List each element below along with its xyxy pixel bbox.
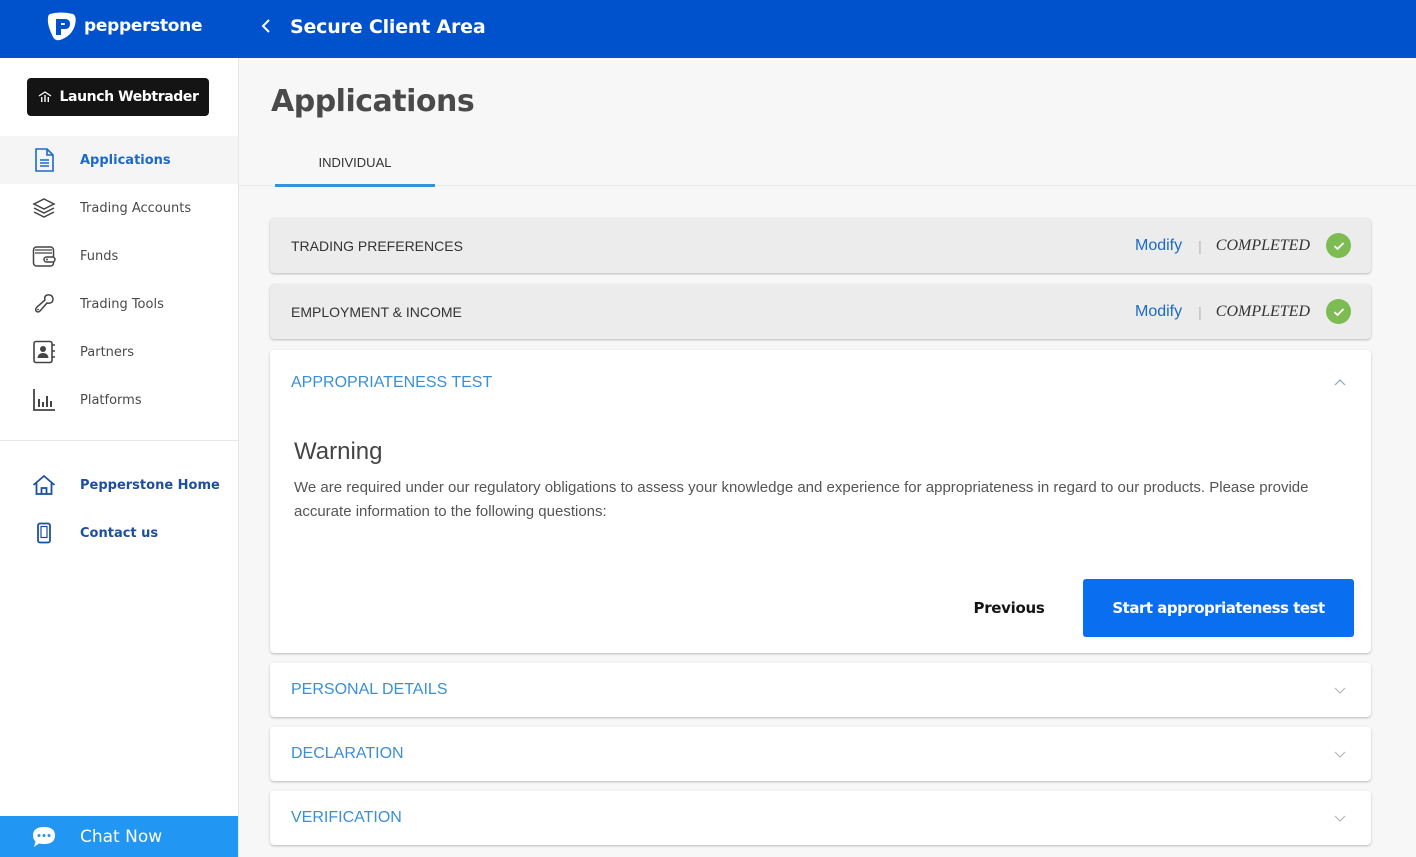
separator: |	[1198, 303, 1202, 320]
status-badge: COMPLETED	[1215, 302, 1310, 320]
sidebar-item-partners[interactable]: Partners	[0, 328, 238, 376]
sidebar-item-label: Partners	[80, 344, 135, 360]
pepperstone-logo-icon	[47, 12, 76, 41]
warning-title: Warning	[294, 438, 383, 465]
section-appropriateness-test: APPROPRIATENESS TEST Warning We are requ…	[270, 350, 1371, 653]
main-content: Applications INDIVIDUAL TRADING PREFEREN…	[239, 58, 1416, 857]
app-title: Secure Client Area	[290, 16, 486, 38]
bar-chart-icon	[32, 388, 56, 412]
sidebar-item-applications[interactable]: Applications	[0, 136, 238, 184]
sidebar-secondary-nav: Pepperstone Home Contact us	[0, 461, 238, 557]
document-icon	[32, 148, 56, 172]
chevron-left-icon	[261, 19, 270, 33]
section-declaration[interactable]: DECLARATION	[270, 727, 1371, 781]
top-bar: pepperstone Secure Client Area	[0, 0, 1416, 58]
contact-book-icon	[32, 340, 56, 364]
launch-webtrader-label: Launch Webtrader	[59, 89, 199, 105]
section-title: DECLARATION	[291, 745, 404, 762]
sidebar-item-label: Pepperstone Home	[80, 477, 220, 493]
section-status-area: Modify | COMPLETED	[1135, 218, 1351, 273]
chat-now-label: Chat Now	[80, 826, 163, 847]
section-verification[interactable]: VERIFICATION	[270, 791, 1371, 845]
section-title: APPROPRIATENESS TEST	[291, 373, 493, 391]
section-title: EMPLOYMENT & INCOME	[291, 303, 462, 320]
modify-link[interactable]: Modify	[1135, 303, 1182, 321]
sidebar-item-label: Funds	[80, 248, 119, 264]
chevron-down-icon[interactable]	[1333, 749, 1347, 759]
sidebar-item-label: Trading Tools	[80, 296, 164, 312]
sidebar-item-pepperstone-home[interactable]: Pepperstone Home	[0, 461, 238, 509]
back-button[interactable]	[256, 14, 276, 38]
section-title: TRADING PREFERENCES	[291, 237, 463, 254]
section-personal-details[interactable]: PERSONAL DETAILS	[270, 663, 1371, 717]
wrench-icon	[32, 292, 56, 316]
check-circle-icon	[1326, 299, 1351, 324]
chevron-down-icon[interactable]	[1333, 685, 1347, 695]
tab-bar: INDIVIDUAL	[239, 138, 1416, 187]
brand-name: pepperstone	[84, 16, 203, 36]
section-trading-preferences: TRADING PREFERENCES Modify | COMPLETED	[270, 218, 1371, 273]
warning-text: We are required under our regulatory obl…	[294, 479, 1309, 520]
launch-webtrader-button[interactable]: Launch Webtrader	[27, 78, 209, 116]
pepperstone-logo[interactable]: pepperstone	[46, 11, 203, 41]
section-status-area: Modify | COMPLETED	[1135, 284, 1351, 339]
section-header[interactable]: PERSONAL DETAILS	[270, 663, 1371, 717]
sidebar-item-label: Trading Accounts	[80, 200, 192, 216]
section-employment-income: EMPLOYMENT & INCOME Modify | COMPLETED	[270, 284, 1371, 339]
status-badge: COMPLETED	[1215, 236, 1310, 254]
sidebar: Launch Webtrader Applications Trading Ac…	[0, 58, 239, 857]
sidebar-item-trading-accounts[interactable]: Trading Accounts	[0, 184, 238, 232]
chat-now-button[interactable]: Chat Now	[0, 816, 238, 857]
sidebar-item-label: Applications	[80, 152, 171, 168]
section-header[interactable]: DECLARATION	[270, 727, 1371, 781]
modify-link[interactable]: Modify	[1135, 237, 1182, 255]
section-header[interactable]: VERIFICATION	[270, 791, 1371, 845]
sidebar-divider	[0, 440, 238, 441]
chevron-up-icon[interactable]	[1333, 378, 1347, 388]
sidebar-item-platforms[interactable]: Platforms	[0, 376, 238, 424]
previous-button[interactable]: Previous	[959, 579, 1059, 637]
start-appropriateness-test-button[interactable]: Start appropriateness test	[1083, 579, 1354, 637]
wallet-icon	[32, 244, 56, 268]
sidebar-item-funds[interactable]: Funds	[0, 232, 238, 280]
sidebar-item-trading-tools[interactable]: Trading Tools	[0, 280, 238, 328]
section-title: VERIFICATION	[291, 809, 402, 826]
webtrader-icon	[38, 91, 51, 102]
layers-icon	[32, 196, 56, 220]
separator: |	[1198, 237, 1202, 254]
tab-individual[interactable]: INDIVIDUAL	[275, 138, 435, 187]
page-title: Applications	[271, 84, 475, 119]
chat-bubble-icon	[33, 826, 55, 847]
check-circle-icon	[1326, 233, 1351, 258]
sidebar-item-contact-us[interactable]: Contact us	[0, 509, 238, 557]
sidebar-nav: Applications Trading Accounts Funds Trad…	[0, 136, 238, 424]
section-title: PERSONAL DETAILS	[291, 681, 448, 698]
chevron-down-icon[interactable]	[1333, 813, 1347, 823]
sidebar-item-label: Contact us	[80, 525, 159, 541]
mobile-phone-icon	[32, 521, 56, 545]
home-icon	[32, 473, 56, 497]
section-header[interactable]: APPROPRIATENESS TEST	[270, 350, 1371, 415]
sidebar-item-label: Platforms	[80, 392, 142, 408]
